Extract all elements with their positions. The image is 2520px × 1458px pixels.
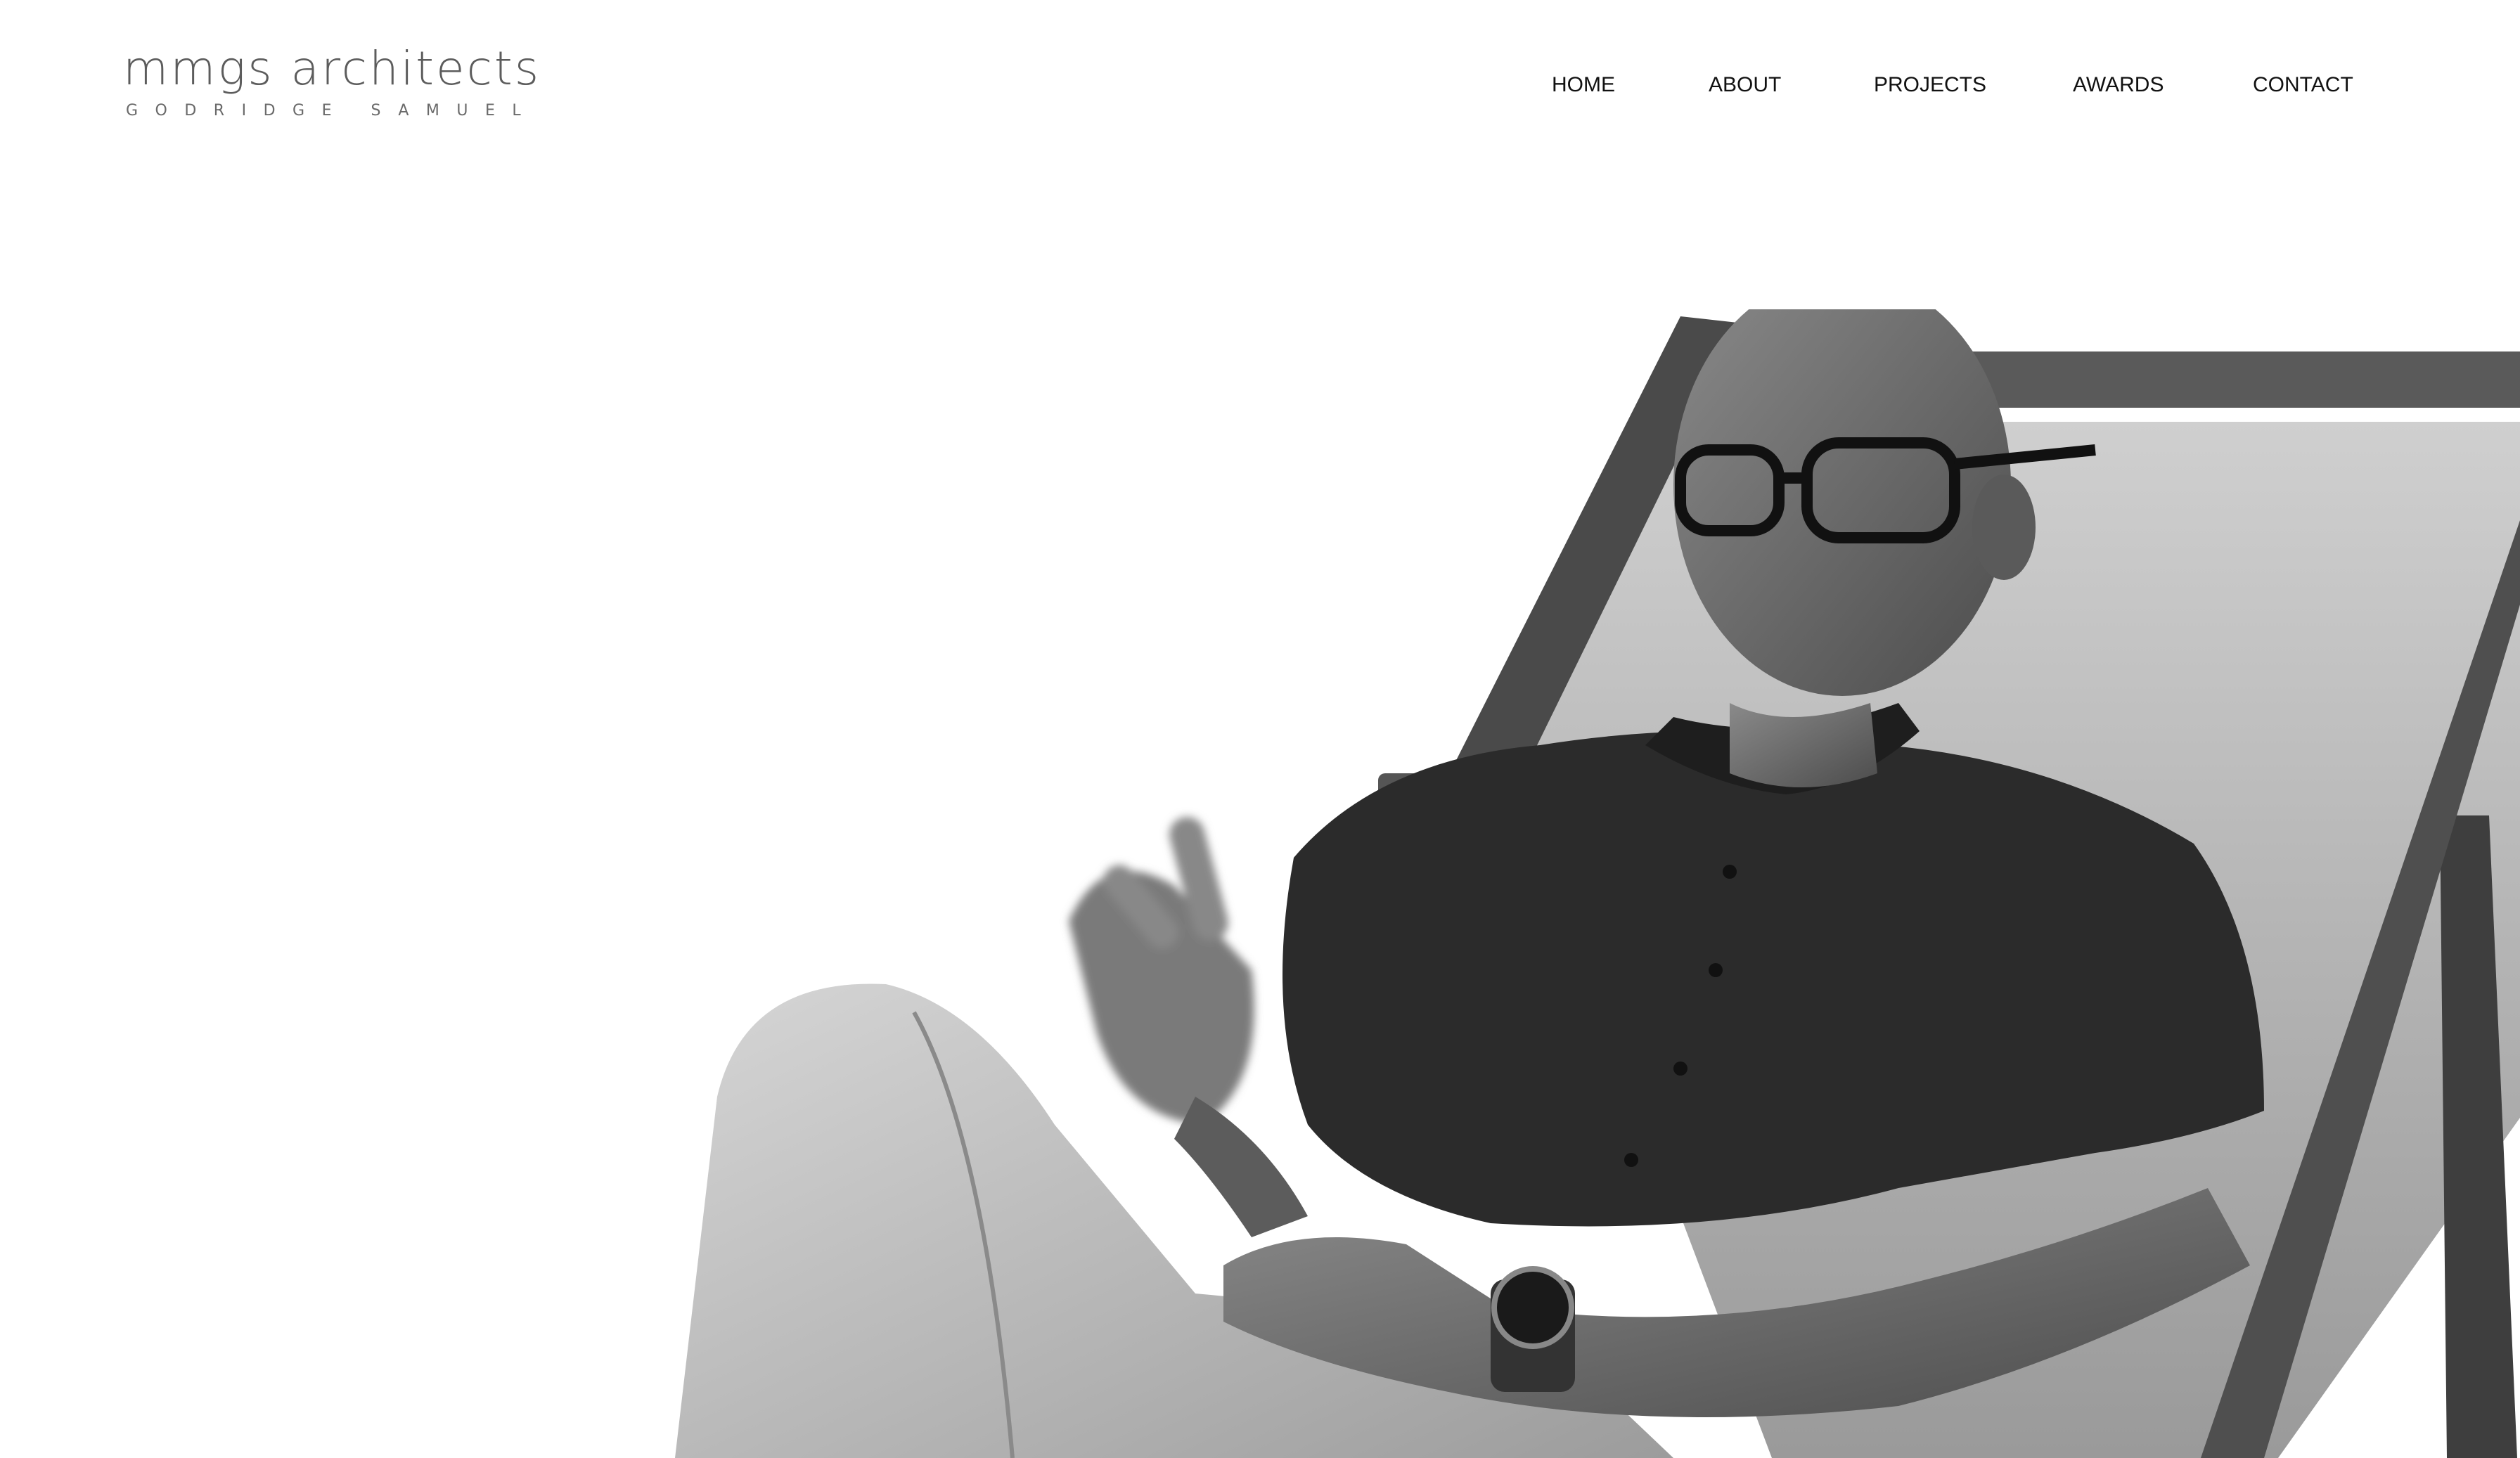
nav-home-link[interactable]: HOME	[1552, 69, 1615, 101]
nav-contact-link[interactable]: CONTACT	[2253, 69, 2353, 101]
main-nav: HOME ABOUT PROJECTS AWARDS CONTACT	[0, 69, 2520, 101]
hero-portrait-photo	[520, 309, 2520, 1458]
nav-projects-link[interactable]: PROJECTS	[1874, 69, 1986, 101]
logo-tagline: GODRIDGE SAMUEL	[126, 102, 539, 120]
nav-about-link[interactable]: ABOUT	[1709, 69, 1781, 101]
nav-awards-link[interactable]: AWARDS	[2073, 69, 2164, 101]
wristwatch	[1491, 1266, 1575, 1392]
raised-hand	[1069, 817, 1254, 1125]
